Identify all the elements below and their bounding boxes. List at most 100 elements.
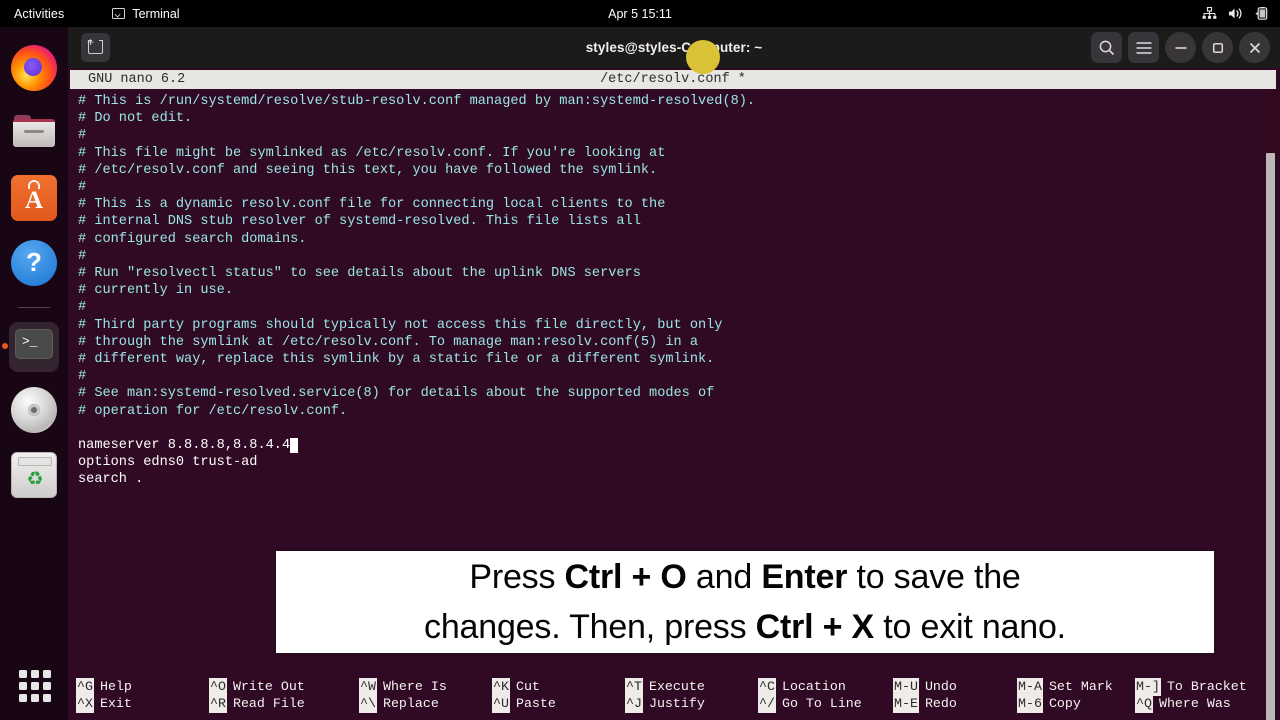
dock-item-software[interactable]: A — [11, 175, 57, 221]
battery-charging-icon[interactable] — [1255, 7, 1269, 20]
buffer-line: # — [78, 128, 87, 144]
shortcut-key: ^C — [758, 678, 776, 696]
buffer-line: # Run "resolvectl status" to see details… — [78, 266, 641, 282]
terminal-scrollbar-thumb[interactable] — [1266, 153, 1275, 720]
shortcut-key: ^U — [492, 695, 510, 713]
shortcut-item[interactable]: ^W Where Is — [359, 678, 492, 696]
shortcut-key: ^X — [76, 695, 94, 713]
shortcut-item[interactable]: ^X Exit — [76, 695, 209, 713]
search-icon[interactable] — [1091, 32, 1122, 63]
nano-filename: /etc/resolv.conf * — [600, 72, 746, 87]
shortcut-item[interactable]: ^T Execute — [625, 678, 758, 696]
shortcut-label: Read File — [232, 696, 305, 711]
text-cursor — [290, 438, 299, 454]
shortcut-key: M-E — [893, 695, 919, 713]
shortcut-item[interactable]: ^/ Go To Line — [758, 695, 893, 713]
shortcut-key: ^O — [209, 678, 227, 696]
shortcut-item[interactable]: ^R Read File — [209, 695, 359, 713]
volume-icon[interactable] — [1228, 7, 1244, 20]
maximize-icon[interactable] — [1202, 32, 1233, 63]
dock-item-firefox[interactable] — [11, 45, 57, 91]
shortcut-label: To Bracket — [1166, 679, 1247, 694]
shortcut-key: M-A — [1017, 678, 1043, 696]
shortcut-item[interactable]: M-A Set Mark — [1017, 678, 1135, 696]
shortcut-key: ^T — [625, 678, 643, 696]
shortcut-item[interactable]: ^J Justify — [625, 695, 758, 713]
shortcut-key: ^/ — [758, 695, 776, 713]
nano-title-bar: GNU nano 6.2 /etc/resolv.conf * — [70, 70, 1276, 89]
shortcut-label: Replace — [382, 696, 439, 711]
shortcut-item[interactable]: ^K Cut — [492, 678, 625, 696]
dock-item-disc[interactable] — [11, 387, 57, 433]
buffer-line: # Third party programs should typically … — [78, 317, 723, 333]
shortcut-item[interactable]: ^G Help — [76, 678, 209, 696]
shortcut-item[interactable]: M-U Undo — [893, 678, 1017, 696]
shortcut-item[interactable]: M-6 Copy — [1017, 695, 1135, 713]
buffer-line: # — [78, 369, 87, 385]
shortcut-item[interactable]: ^O Write Out — [209, 678, 359, 696]
shortcut-key: ^K — [492, 678, 510, 696]
close-icon[interactable] — [1239, 32, 1270, 63]
menu-icon[interactable] — [1128, 32, 1159, 63]
shortcut-item[interactable]: ^C Location — [758, 678, 893, 696]
shortcut-row-2: ^X Exit ^R Read File ^\ Replace ^U Paste ^J Justi… — [76, 695, 1280, 713]
buffer-line: # — [78, 180, 87, 196]
running-indicator-dot — [2, 343, 8, 349]
system-tray[interactable] — [1202, 7, 1269, 20]
minimize-icon[interactable] — [1165, 32, 1196, 63]
shortcut-label: Redo — [924, 696, 957, 711]
instruction-overlay: Press Ctrl + O and Enter to save the cha… — [273, 548, 1217, 656]
shortcut-label: Cut — [515, 679, 540, 694]
window-controls — [1091, 32, 1270, 63]
shortcut-label: Execute — [648, 679, 705, 694]
shortcut-item[interactable]: ^\ Replace — [359, 695, 492, 713]
buffer-line: # See man:systemd-resolved.service(8) fo… — [78, 386, 715, 402]
buffer-line: # /etc/resolv.conf and seeing this text,… — [78, 162, 658, 178]
active-app-label: Terminal — [132, 6, 180, 21]
shortcut-item[interactable]: M-] To Bracket — [1135, 678, 1255, 696]
shortcut-label: Exit — [99, 696, 132, 711]
shortcut-label: Where Is — [382, 679, 447, 694]
instruction-line-2: changes. Then, press Ctrl + X to exit na… — [424, 608, 1066, 646]
buffer-line: # Do not edit. — [78, 111, 193, 127]
shortcut-key: ^W — [359, 678, 377, 696]
shortcut-label: Location — [781, 679, 846, 694]
buffer-line: # internal DNS stub resolver of systemd-… — [78, 214, 641, 230]
shortcut-label: Undo — [924, 679, 957, 694]
dock-item-help[interactable]: ? — [11, 240, 57, 286]
shortcut-item[interactable]: ^Q Where Was — [1135, 695, 1255, 713]
shortcut-key: ^R — [209, 695, 227, 713]
instruction-line-1: Press Ctrl + O and Enter to save the — [469, 558, 1021, 596]
shortcut-label: Set Mark — [1048, 679, 1113, 694]
dock-item-files[interactable] — [11, 110, 57, 156]
desktop-screen: Activities Terminal Apr 5 15:11 A ? >_ ♻… — [0, 0, 1280, 720]
shortcut-key: ^\ — [359, 695, 377, 713]
dock-separator — [18, 307, 50, 308]
recycle-bin-icon — [18, 457, 52, 466]
shortcut-label: Justify — [648, 696, 705, 711]
dock-item-terminal[interactable]: >_ — [2, 322, 59, 372]
buffer-line: # configured search domains. — [78, 231, 307, 247]
buffer-line: nameserver 8.8.8.8,8.8.4.4 — [78, 437, 1276, 454]
buffer-line: # — [78, 248, 87, 264]
shortcut-item[interactable]: ^U Paste — [492, 695, 625, 713]
show-applications-button[interactable] — [19, 670, 51, 702]
terminal-scrollbar-track[interactable] — [1266, 89, 1278, 720]
nano-shortcut-bar: ^G Help ^O Write Out ^W Where Is ^K Cut ^T Execut… — [68, 676, 1280, 720]
clock[interactable]: Apr 5 15:11 — [0, 7, 1280, 21]
network-wired-icon[interactable] — [1202, 7, 1217, 20]
dock-item-trash[interactable]: ♻ — [11, 452, 57, 498]
shortcut-label: Help — [99, 679, 132, 694]
active-app-indicator[interactable]: Terminal — [112, 6, 180, 21]
activities-button[interactable]: Activities — [14, 7, 64, 21]
terminal-icon — [112, 8, 126, 19]
buffer-line — [78, 420, 1276, 437]
buffer-line: # operation for /etc/resolv.conf. — [78, 403, 348, 419]
shortcut-label: Paste — [515, 696, 556, 711]
dock: A ? >_ ♻ — [0, 27, 68, 720]
buffer-line: # currently in use. — [78, 283, 233, 299]
shortcut-label: Copy — [1048, 696, 1081, 711]
shortcut-item[interactable]: M-E Redo — [893, 695, 1017, 713]
shortcut-label: Go To Line — [781, 696, 862, 711]
shortcut-key: M-6 — [1017, 695, 1043, 713]
